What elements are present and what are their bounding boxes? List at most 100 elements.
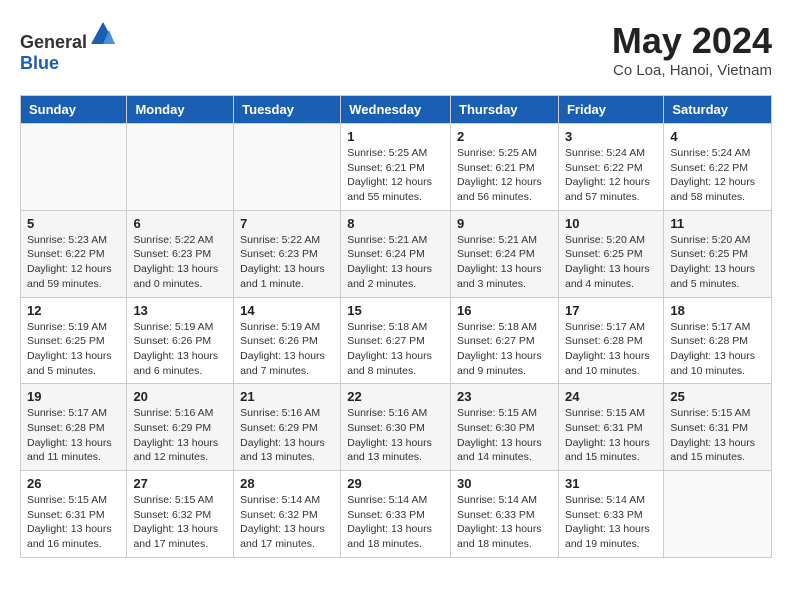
calendar-cell: 10 Sunrise: 5:20 AM Sunset: 6:25 PM Dayli… bbox=[558, 210, 663, 297]
day-number: 19 bbox=[27, 389, 120, 404]
day-info: Sunrise: 5:15 AM Sunset: 6:32 PM Dayligh… bbox=[133, 493, 227, 552]
day-number: 26 bbox=[27, 476, 120, 491]
day-info: Sunrise: 5:16 AM Sunset: 6:30 PM Dayligh… bbox=[347, 406, 444, 465]
day-number: 27 bbox=[133, 476, 227, 491]
day-number: 28 bbox=[240, 476, 334, 491]
calendar-cell: 16Sunrise: 5:18 AM Sunset: 6:27 PM Dayli… bbox=[451, 297, 559, 384]
day-number: 24 bbox=[565, 389, 657, 404]
calendar-cell bbox=[664, 471, 772, 558]
calendar-cell: 5 Sunrise: 5:23 AM Sunset: 6:22 PM Daylig… bbox=[21, 210, 127, 297]
calendar-cell: 19Sunrise: 5:17 AM Sunset: 6:28 PM Dayli… bbox=[21, 384, 127, 471]
calendar-cell: 8Sunrise: 5:21 AM Sunset: 6:24 PM Daylig… bbox=[341, 210, 451, 297]
day-number: 10 bbox=[565, 216, 657, 231]
day-number: 5 bbox=[27, 216, 120, 231]
day-info: Sunrise: 5:24 AM Sunset: 6:22 PM Dayligh… bbox=[670, 146, 765, 205]
day-number: 11 bbox=[670, 216, 765, 231]
calendar-cell bbox=[127, 124, 234, 211]
calendar-cell: 12 Sunrise: 5:19 AM Sunset: 6:25 PM Dayli… bbox=[21, 297, 127, 384]
calendar-cell: 20Sunrise: 5:16 AM Sunset: 6:29 PM Dayli… bbox=[127, 384, 234, 471]
day-number: 29 bbox=[347, 476, 444, 491]
day-info: Sunrise: 5:21 AM Sunset: 6:24 PM Dayligh… bbox=[347, 233, 444, 292]
day-number: 2 bbox=[457, 129, 552, 144]
day-number: 12 bbox=[27, 303, 120, 318]
day-number: 22 bbox=[347, 389, 444, 404]
weekday-header-saturday: Saturday bbox=[664, 96, 772, 124]
weekday-header-thursday: Thursday bbox=[451, 96, 559, 124]
day-info: Sunrise: 5:21 AM Sunset: 6:24 PM Dayligh… bbox=[457, 233, 552, 292]
day-number: 16 bbox=[457, 303, 552, 318]
day-number: 23 bbox=[457, 389, 552, 404]
calendar-cell: 27 Sunrise: 5:15 AM Sunset: 6:32 PM Dayli… bbox=[127, 471, 234, 558]
calendar-cell: 25 Sunrise: 5:15 AM Sunset: 6:31 PM Dayli… bbox=[664, 384, 772, 471]
day-number: 4 bbox=[670, 129, 765, 144]
day-number: 20 bbox=[133, 389, 227, 404]
day-info: Sunrise: 5:24 AM Sunset: 6:22 PM Dayligh… bbox=[565, 146, 657, 205]
calendar-cell: 1 Sunrise: 5:25 AM Sunset: 6:21 PM Daylig… bbox=[341, 124, 451, 211]
day-number: 7 bbox=[240, 216, 334, 231]
calendar-table: SundayMondayTuesdayWednesdayThursdayFrid… bbox=[20, 95, 772, 558]
calendar-cell: 18 Sunrise: 5:17 AM Sunset: 6:28 PM Dayli… bbox=[664, 297, 772, 384]
day-info: Sunrise: 5:14 AM Sunset: 6:33 PM Dayligh… bbox=[565, 493, 657, 552]
calendar-cell: 21 Sunrise: 5:16 AM Sunset: 6:29 PM Dayli… bbox=[234, 384, 341, 471]
calendar-cell: 14Sunrise: 5:19 AM Sunset: 6:26 PM Dayli… bbox=[234, 297, 341, 384]
calendar-cell: 30 Sunrise: 5:14 AM Sunset: 6:33 PM Dayli… bbox=[451, 471, 559, 558]
day-number: 31 bbox=[565, 476, 657, 491]
day-info: Sunrise: 5:19 AM Sunset: 6:25 PM Dayligh… bbox=[27, 320, 120, 379]
day-info: Sunrise: 5:14 AM Sunset: 6:32 PM Dayligh… bbox=[240, 493, 334, 552]
calendar-cell: 29 Sunrise: 5:14 AM Sunset: 6:33 PM Dayli… bbox=[341, 471, 451, 558]
day-info: Sunrise: 5:17 AM Sunset: 6:28 PM Dayligh… bbox=[670, 320, 765, 379]
logo-blue: Blue bbox=[20, 53, 59, 73]
day-info: Sunrise: 5:14 AM Sunset: 6:33 PM Dayligh… bbox=[457, 493, 552, 552]
calendar-cell: 2 Sunrise: 5:25 AM Sunset: 6:21 PM Daylig… bbox=[451, 124, 559, 211]
weekday-header-wednesday: Wednesday bbox=[341, 96, 451, 124]
day-number: 17 bbox=[565, 303, 657, 318]
weekday-header-friday: Friday bbox=[558, 96, 663, 124]
day-number: 1 bbox=[347, 129, 444, 144]
day-info: Sunrise: 5:25 AM Sunset: 6:21 PM Dayligh… bbox=[457, 146, 552, 205]
day-info: Sunrise: 5:23 AM Sunset: 6:22 PM Dayligh… bbox=[27, 233, 120, 292]
calendar-cell: 15 Sunrise: 5:18 AM Sunset: 6:27 PM Dayli… bbox=[341, 297, 451, 384]
calendar-cell: 22 Sunrise: 5:16 AM Sunset: 6:30 PM Dayli… bbox=[341, 384, 451, 471]
calendar-cell: 6Sunrise: 5:22 AM Sunset: 6:23 PM Daylig… bbox=[127, 210, 234, 297]
day-info: Sunrise: 5:20 AM Sunset: 6:25 PM Dayligh… bbox=[565, 233, 657, 292]
day-info: Sunrise: 5:15 AM Sunset: 6:31 PM Dayligh… bbox=[670, 406, 765, 465]
day-number: 13 bbox=[133, 303, 227, 318]
day-info: Sunrise: 5:22 AM Sunset: 6:23 PM Dayligh… bbox=[240, 233, 334, 292]
day-number: 6 bbox=[133, 216, 227, 231]
day-info: Sunrise: 5:19 AM Sunset: 6:26 PM Dayligh… bbox=[240, 320, 334, 379]
calendar-cell: 3 Sunrise: 5:24 AM Sunset: 6:22 PM Daylig… bbox=[558, 124, 663, 211]
day-number: 25 bbox=[670, 389, 765, 404]
day-info: Sunrise: 5:14 AM Sunset: 6:33 PM Dayligh… bbox=[347, 493, 444, 552]
calendar-week-row: 12 Sunrise: 5:19 AM Sunset: 6:25 PM Dayli… bbox=[21, 297, 772, 384]
month-year-title: May 2024 bbox=[612, 20, 772, 62]
day-info: Sunrise: 5:18 AM Sunset: 6:27 PM Dayligh… bbox=[347, 320, 444, 379]
day-info: Sunrise: 5:20 AM Sunset: 6:25 PM Dayligh… bbox=[670, 233, 765, 292]
weekday-header-row: SundayMondayTuesdayWednesdayThursdayFrid… bbox=[21, 96, 772, 124]
day-number: 30 bbox=[457, 476, 552, 491]
weekday-header-monday: Monday bbox=[127, 96, 234, 124]
day-number: 18 bbox=[670, 303, 765, 318]
location-subtitle: Co Loa, Hanoi, Vietnam bbox=[612, 62, 772, 79]
calendar-cell: 9Sunrise: 5:21 AM Sunset: 6:24 PM Daylig… bbox=[451, 210, 559, 297]
day-number: 21 bbox=[240, 389, 334, 404]
day-info: Sunrise: 5:25 AM Sunset: 6:21 PM Dayligh… bbox=[347, 146, 444, 205]
title-block: May 2024 Co Loa, Hanoi, Vietnam bbox=[612, 20, 772, 79]
page-header: General Blue May 2024 Co Loa, Hanoi, Vie… bbox=[20, 20, 772, 79]
day-number: 3 bbox=[565, 129, 657, 144]
calendar-week-row: 26Sunrise: 5:15 AM Sunset: 6:31 PM Dayli… bbox=[21, 471, 772, 558]
calendar-cell: 7 Sunrise: 5:22 AM Sunset: 6:23 PM Daylig… bbox=[234, 210, 341, 297]
calendar-cell: 26Sunrise: 5:15 AM Sunset: 6:31 PM Dayli… bbox=[21, 471, 127, 558]
logo-icon bbox=[89, 20, 117, 48]
calendar-cell: 28 Sunrise: 5:14 AM Sunset: 6:32 PM Dayli… bbox=[234, 471, 341, 558]
calendar-week-row: 19Sunrise: 5:17 AM Sunset: 6:28 PM Dayli… bbox=[21, 384, 772, 471]
calendar-cell bbox=[21, 124, 127, 211]
calendar-week-row: 5 Sunrise: 5:23 AM Sunset: 6:22 PM Daylig… bbox=[21, 210, 772, 297]
day-info: Sunrise: 5:19 AM Sunset: 6:26 PM Dayligh… bbox=[133, 320, 227, 379]
logo: General Blue bbox=[20, 20, 117, 74]
calendar-cell: 24Sunrise: 5:15 AM Sunset: 6:31 PM Dayli… bbox=[558, 384, 663, 471]
calendar-cell: 13 Sunrise: 5:19 AM Sunset: 6:26 PM Dayli… bbox=[127, 297, 234, 384]
weekday-header-sunday: Sunday bbox=[21, 96, 127, 124]
day-info: Sunrise: 5:16 AM Sunset: 6:29 PM Dayligh… bbox=[240, 406, 334, 465]
calendar-cell: 31 Sunrise: 5:14 AM Sunset: 6:33 PM Dayli… bbox=[558, 471, 663, 558]
day-number: 15 bbox=[347, 303, 444, 318]
